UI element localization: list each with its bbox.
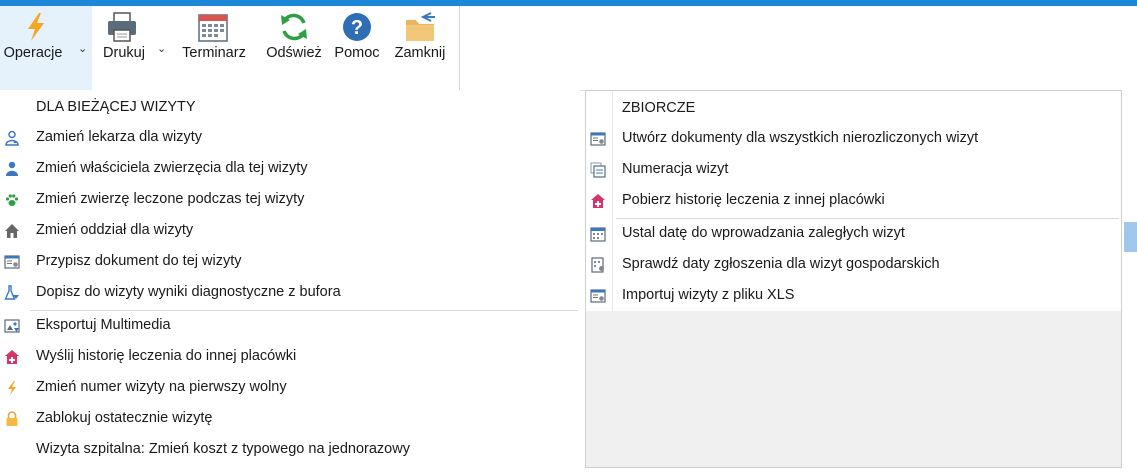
bulk-menu-items: ZBIORCZE Utwórz dokumenty dla wszystkich…	[586, 91, 1121, 311]
menu-item-add-diagnostics[interactable]: Dopisz do wizyty wyniki diagnostyczne z …	[0, 278, 580, 308]
background-list-edge	[1122, 90, 1137, 472]
menu-item-change-animal[interactable]: Zmień zwierzę leczone podczas tej wizyty	[0, 185, 580, 215]
menu-item-visit-numbering[interactable]: Numeracja wizyt	[586, 155, 1121, 185]
drukuj-button[interactable]: Drukuj ⌄	[96, 6, 174, 90]
doctor-icon	[5, 130, 19, 146]
chevron-down-icon[interactable]: ⌄	[78, 42, 87, 55]
menu-item-change-branch[interactable]: Zmień oddział dla wizyty	[0, 216, 580, 246]
section-header-bulk: ZBIORCZE	[622, 100, 696, 116]
folder-close-icon	[406, 12, 435, 41]
pomoc-button[interactable]: ? Pomoc	[330, 6, 384, 90]
ribbon-toolbar: Operacje ⌄ Drukuj ⌄ Terminarz Odśwież ? …	[0, 6, 1137, 91]
menu-item-renumber-visit[interactable]: Zmień numer wizyty na pierwszy wolny	[0, 373, 580, 403]
menu-item-label: Zmień zwierzę leczone podczas tej wizyty	[36, 191, 305, 207]
section-header-current-visit: DLA BIEŻĄCEJ WIZYTY	[36, 99, 196, 115]
menu-item-label: Zablokuj ostatecznie wizytę	[36, 410, 213, 426]
menu-item-set-backlog-date[interactable]: Ustal datę do wprowadzania zaległych wiz…	[586, 219, 1121, 249]
document-gear-icon	[590, 289, 606, 303]
selected-row-edge	[1124, 222, 1137, 252]
menu-item-import-xls[interactable]: Importuj wizyty z pliku XLS	[586, 281, 1121, 311]
clinic-send-icon	[5, 350, 19, 364]
refresh-icon	[281, 13, 307, 41]
lightning-icon	[28, 13, 44, 41]
paw-icon	[5, 194, 19, 206]
numbering-icon	[590, 162, 606, 178]
menu-item-assign-document[interactable]: Przypisz dokument do tej wizyty	[0, 247, 580, 277]
menu-item-create-documents[interactable]: Utwórz dokumenty dla wszystkich nierozli…	[586, 124, 1121, 154]
chevron-down-icon[interactable]: ⌄	[157, 42, 166, 55]
menu-item-label: Utwórz dokumenty dla wszystkich nierozli…	[622, 130, 979, 146]
operations-menu-current-visit: DLA BIEŻĄCEJ WIZYTY Zamień lekarza dla w…	[0, 90, 580, 464]
clinic-fetch-icon	[591, 194, 605, 208]
operations-menu-bulk: ZBIORCZE Utwórz dokumenty dla wszystkich…	[585, 90, 1122, 468]
menu-item-check-dates[interactable]: Sprawdź daty zgłoszenia dla wizyt gospod…	[586, 250, 1121, 280]
odswiez-button[interactable]: Odśwież	[262, 6, 326, 90]
help-icon: ?	[343, 13, 371, 41]
menu-item-label: Pobierz historię leczenia z innej placów…	[622, 192, 885, 208]
document-gear-icon	[590, 132, 606, 146]
menu-item-change-doctor[interactable]: Zamień lekarza dla wizyty	[0, 123, 580, 153]
operacje-button[interactable]: Operacje ⌄	[0, 6, 92, 90]
menu-item-label: Zmień oddział dla wizyty	[36, 222, 194, 238]
menu-item-lock-visit[interactable]: Zablokuj ostatecznie wizytę	[0, 404, 580, 434]
flask-icon	[4, 285, 19, 300]
drukuj-label: Drukuj	[103, 45, 145, 61]
odswiez-label: Odśwież	[266, 45, 322, 61]
menu-item-label: Ustal datę do wprowadzania zaległych wiz…	[622, 225, 905, 241]
lock-icon	[6, 411, 18, 426]
menu-item-label: Wyślij historię leczenia do innej placów…	[36, 348, 297, 364]
ribbon-divider	[459, 6, 460, 90]
menu-item-label: Dopisz do wizyty wyniki diagnostyczne z …	[36, 284, 341, 300]
menu-item-label: Importuj wizyty z pliku XLS	[622, 287, 795, 303]
lightning-icon	[8, 381, 16, 395]
menu-item-label: Sprawdź daty zgłoszenia dla wizyt gospod…	[622, 256, 940, 272]
menu-item-label: Przypisz dokument do tej wizyty	[36, 253, 242, 269]
menu-item-label: Numeracja wizyt	[622, 161, 729, 177]
document-gear-icon	[4, 255, 20, 269]
terminarz-button[interactable]: Terminarz	[176, 6, 252, 90]
multimedia-icon	[4, 319, 20, 333]
menu-item-send-history[interactable]: Wyślij historię leczenia do innej placów…	[0, 342, 580, 372]
pomoc-label: Pomoc	[334, 45, 380, 61]
menu-item-label: Zmień właściciela zwierzęcia dla tej wiz…	[36, 160, 308, 176]
zamknij-button[interactable]: Zamknij	[390, 6, 450, 90]
zamknij-label: Zamknij	[394, 45, 446, 61]
person-icon	[6, 161, 18, 176]
menu-item-hospital-cost[interactable]: Wizyta szpitalna: Zmień koszt z typowego…	[0, 435, 580, 465]
home-icon	[5, 224, 19, 238]
calendar-check-icon	[591, 257, 604, 273]
calendar-icon	[198, 14, 228, 42]
menu-item-label: Zamień lekarza dla wizyty	[36, 129, 202, 145]
printer-icon	[108, 12, 136, 42]
menu-item-label: Zmień numer wizyty na pierwszy wolny	[36, 379, 287, 395]
menu-item-label: Eksportuj Multimedia	[36, 317, 171, 333]
svg-text:?: ?	[351, 17, 363, 39]
menu-item-change-owner[interactable]: Zmień właściciela zwierzęcia dla tej wiz…	[0, 154, 580, 184]
menu-item-label: Wizyta szpitalna: Zmień koszt z typowego…	[36, 441, 410, 457]
terminarz-label: Terminarz	[182, 45, 246, 61]
operacje-label: Operacje	[3, 45, 63, 61]
menu-item-fetch-history[interactable]: Pobierz historię leczenia z innej placów…	[586, 186, 1121, 216]
calendar-icon	[590, 227, 606, 242]
menu-item-export-multimedia[interactable]: Eksportuj Multimedia	[0, 311, 580, 341]
